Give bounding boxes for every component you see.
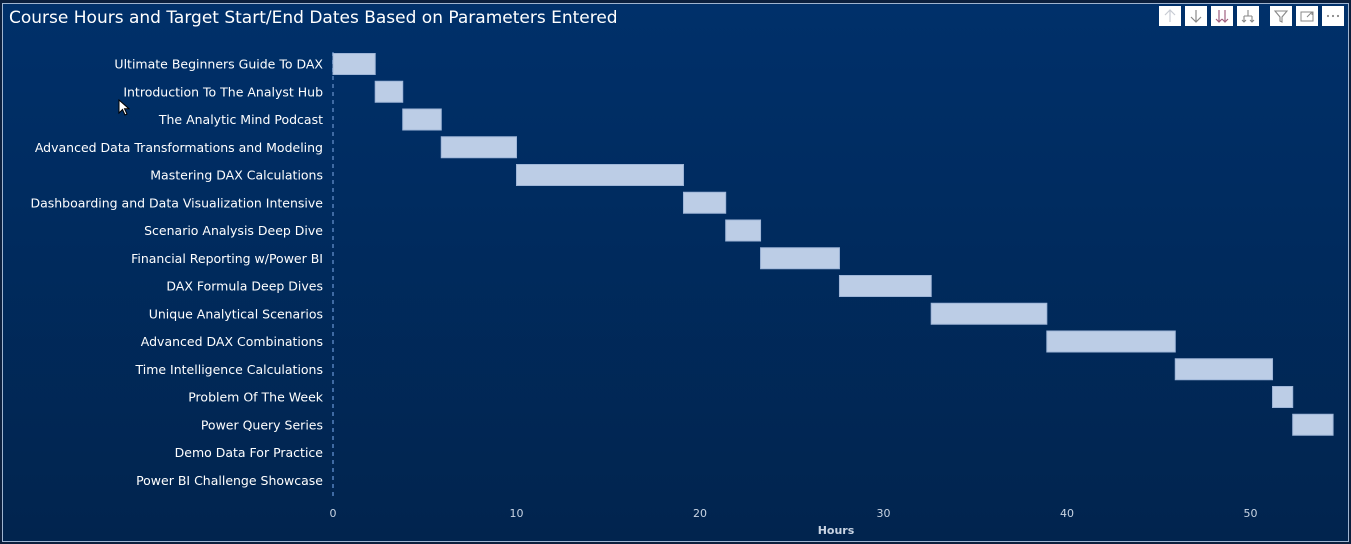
gantt-bar [760, 247, 840, 270]
category-label: The Analytic Mind Podcast [158, 112, 323, 127]
category-label: Dashboarding and Data Visualization Inte… [30, 195, 323, 210]
gantt-bar [374, 80, 404, 103]
gantt-bar [682, 191, 727, 214]
category-label: Demo Data For Practice [175, 445, 324, 460]
x-tick-label: 40 [1060, 507, 1074, 520]
x-tick-label: 50 [1244, 507, 1258, 520]
gantt-bar [440, 136, 518, 159]
gantt-chart: Ultimate Beginners Guide To DAX Introduct… [30, 52, 1334, 537]
category-label: Advanced DAX Combinations [141, 334, 323, 349]
x-tick-label: 0 [330, 507, 337, 520]
category-label: Financial Reporting w/Power BI [131, 251, 323, 266]
gantt-bar [838, 275, 932, 297]
x-axis-title: Hours [818, 524, 855, 537]
category-label: Mastering DAX Calculations [150, 168, 323, 183]
gantt-bar [1174, 358, 1274, 381]
category-label: Introduction To The Analyst Hub [123, 84, 323, 99]
category-label: Unique Analytical Scenarios [149, 306, 323, 321]
gantt-bar [1272, 386, 1294, 408]
gantt-bar [725, 219, 762, 242]
category-label: Problem Of The Week [188, 390, 324, 405]
category-label: Advanced Data Transformations and Modeli… [35, 140, 323, 155]
category-label: Power Query Series [201, 417, 323, 432]
mouse-cursor-icon [118, 99, 130, 116]
gantt-bar [332, 53, 376, 75]
category-label: Ultimate Beginners Guide To DAX [114, 57, 323, 72]
x-tick-label: 20 [693, 507, 707, 520]
category-label: DAX Formula Deep Dives [166, 279, 323, 294]
category-label: Scenario Analysis Deep Dive [144, 223, 323, 238]
gantt-bar [1046, 330, 1176, 353]
category-label: Power BI Challenge Showcase [136, 473, 323, 488]
x-tick-label: 10 [510, 507, 524, 520]
category-label: Time Intelligence Calculations [134, 362, 323, 377]
x-tick-label: 30 [877, 507, 891, 520]
gantt-bar [1292, 413, 1334, 436]
gantt-bar [930, 302, 1048, 325]
gantt-bar [402, 108, 442, 131]
gantt-bar [516, 164, 684, 186]
